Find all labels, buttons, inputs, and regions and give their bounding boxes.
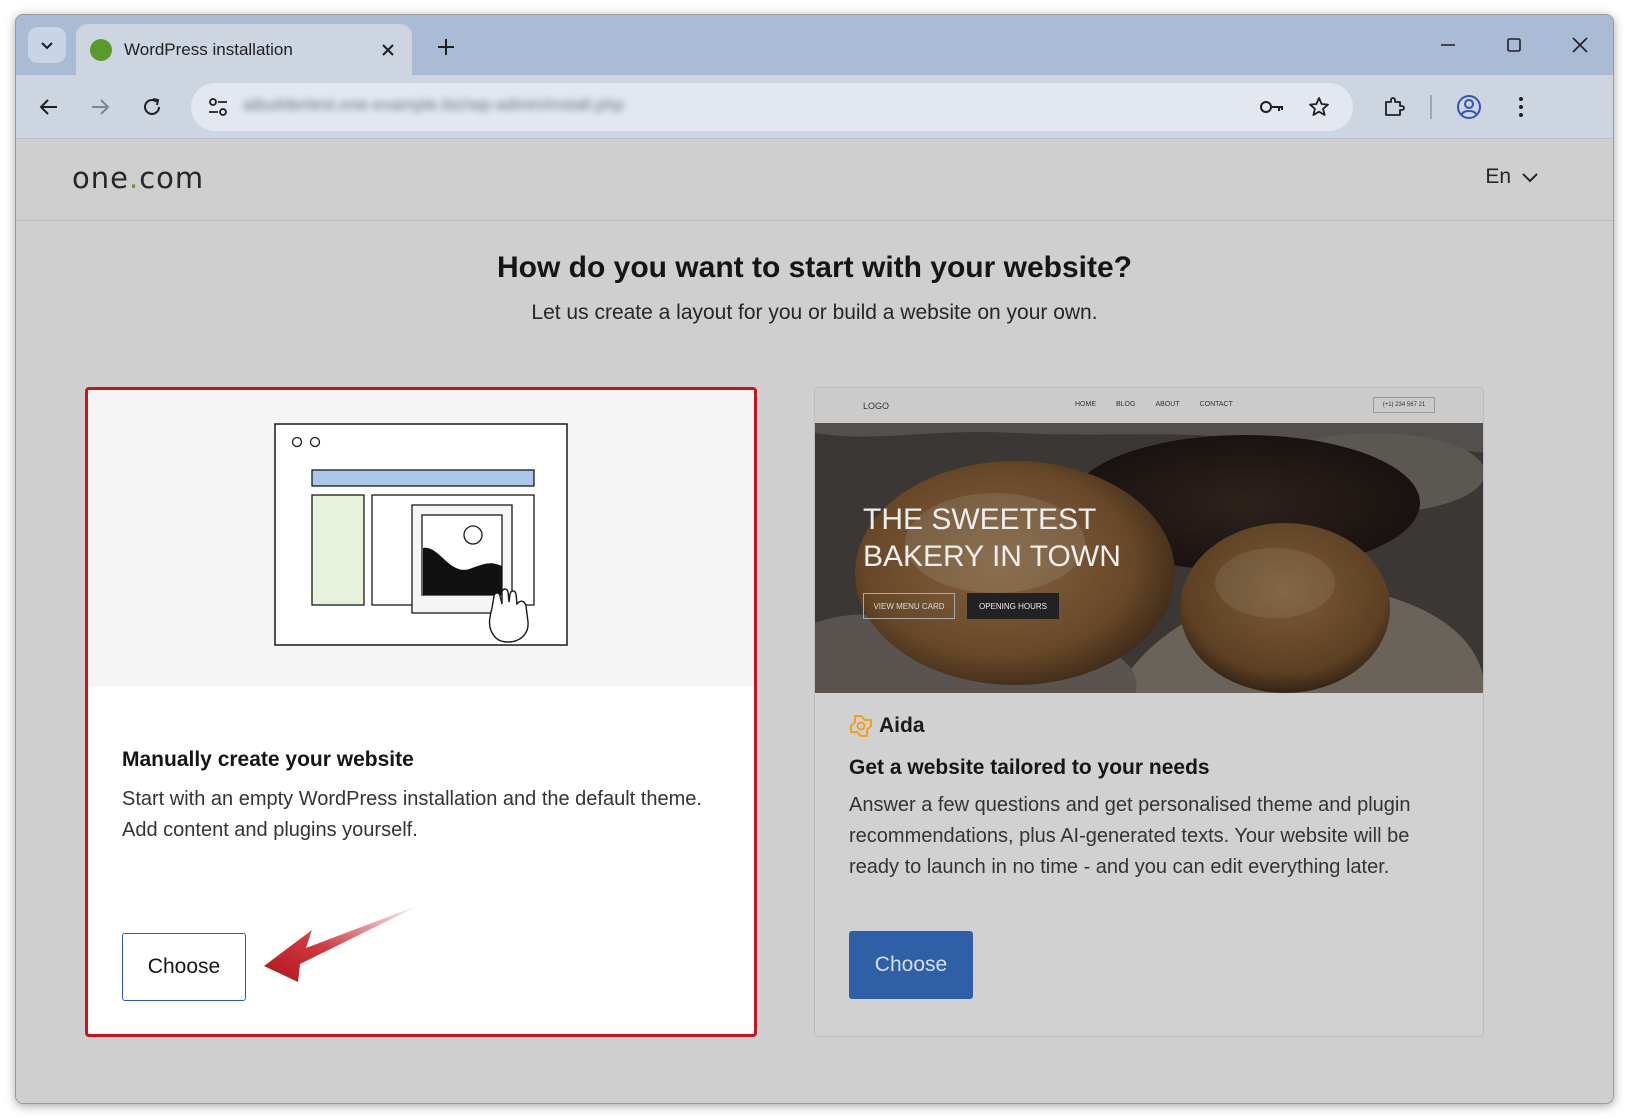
preview-phone: (+1) 234 567 21 bbox=[1373, 397, 1435, 413]
one-com-logo[interactable]: one.com bbox=[72, 161, 204, 195]
chevron-down-icon bbox=[41, 42, 53, 50]
preview-hours-button: OPENING HOURS bbox=[967, 593, 1059, 619]
address-bar[interactable]: aibuildertest.one-example.biz/wp-admin/i… bbox=[191, 83, 1353, 131]
logo-text-one: one bbox=[72, 161, 129, 195]
preview-menu-button: VIEW MENU CARD bbox=[863, 593, 955, 619]
puzzle-icon bbox=[1385, 97, 1405, 116]
browser-layout-illustration bbox=[274, 423, 568, 646]
annotation-arrow-icon bbox=[264, 904, 422, 982]
arrow-right-icon bbox=[92, 99, 110, 115]
preview-navbar: LOGO HOME BLOG ABOUT CONTACT (+1) 234 56… bbox=[815, 388, 1483, 423]
profile-icon bbox=[1457, 95, 1481, 119]
preview-nav-about: ABOUT bbox=[1155, 401, 1180, 408]
page-title: How do you want to start with your websi… bbox=[496, 251, 1133, 284]
page-content: one.com En How do you want to start with… bbox=[16, 139, 1613, 1103]
aida-card-title: Get a website tailored to your needs bbox=[849, 756, 1210, 779]
browser-toolbar: aibuildertest.one-example.biz/wp-admin/i… bbox=[16, 75, 1613, 139]
close-icon bbox=[382, 43, 394, 56]
preview-hero-image: THE SWEETEST BAKERY IN TOWN VIEW MENU CA… bbox=[815, 423, 1483, 693]
reload-button[interactable] bbox=[136, 91, 168, 123]
forward-button[interactable] bbox=[84, 91, 116, 123]
tab-search-button[interactable] bbox=[28, 27, 66, 63]
menu-button[interactable] bbox=[1505, 91, 1537, 123]
tab-close-button[interactable] bbox=[374, 36, 402, 64]
reload-icon bbox=[144, 98, 160, 115]
more-vertical-icon bbox=[1519, 97, 1523, 117]
profile-button[interactable] bbox=[1453, 91, 1485, 123]
aida-brand: Aida bbox=[849, 714, 925, 738]
maximize-button[interactable] bbox=[1481, 15, 1547, 75]
aida-card-description: Answer a few questions and get personali… bbox=[849, 794, 1411, 878]
url-text: aibuildertest.one-example.biz/wp-admin/i… bbox=[243, 95, 624, 114]
logo-dot: . bbox=[128, 161, 140, 195]
back-button[interactable] bbox=[33, 91, 65, 123]
page-subtitle: Let us create a layout for you or build … bbox=[531, 301, 1098, 324]
manual-illustration bbox=[88, 390, 754, 686]
preview-logo: LOGO bbox=[863, 401, 890, 411]
language-selector[interactable]: En bbox=[1485, 165, 1539, 189]
extensions-button[interactable] bbox=[1378, 91, 1410, 123]
minimize-button[interactable] bbox=[1415, 15, 1481, 75]
preview-headline-line2: BAKERY IN TOWN bbox=[863, 540, 1121, 573]
window-controls bbox=[1415, 15, 1613, 75]
plus-icon bbox=[438, 39, 454, 55]
aida-logo-icon bbox=[850, 715, 872, 737]
tab-wordpress-installation[interactable]: WordPress installation bbox=[76, 24, 412, 75]
favicon-icon bbox=[90, 38, 112, 61]
site-settings-icon[interactable] bbox=[203, 92, 233, 122]
new-tab-button[interactable] bbox=[432, 33, 460, 61]
password-key-icon[interactable] bbox=[1257, 92, 1287, 122]
site-header: one.com En bbox=[16, 139, 1613, 221]
minimize-icon bbox=[1441, 44, 1455, 46]
maximize-icon bbox=[1507, 38, 1521, 52]
browser-window: WordPress installation aibuildertest.one… bbox=[15, 14, 1614, 1104]
bakery-template-preview: LOGO HOME BLOG ABOUT CONTACT (+1) 234 56… bbox=[815, 388, 1483, 693]
language-label: En bbox=[1485, 165, 1511, 188]
preview-headline-line1: THE SWEETEST bbox=[863, 503, 1097, 536]
tab-strip: WordPress installation bbox=[16, 15, 1613, 75]
bookmark-star-icon[interactable] bbox=[1304, 92, 1334, 122]
tab-title: WordPress installation bbox=[124, 39, 293, 59]
aida-choose-button[interactable]: Choose bbox=[849, 931, 973, 999]
close-window-button[interactable] bbox=[1547, 15, 1613, 75]
arrow-left-icon bbox=[39, 99, 57, 115]
chevron-down-icon bbox=[1522, 173, 1538, 183]
manual-choose-button[interactable]: Choose bbox=[122, 933, 246, 1001]
aida-card[interactable]: LOGO HOME BLOG ABOUT CONTACT (+1) 234 56… bbox=[814, 387, 1484, 1037]
preview-nav-links: HOME BLOG ABOUT CONTACT bbox=[1075, 401, 1233, 408]
close-window-icon bbox=[1572, 37, 1588, 53]
preview-nav-blog: BLOG bbox=[1116, 401, 1136, 408]
preview-nav-home: HOME bbox=[1075, 401, 1096, 408]
aida-brand-name: Aida bbox=[879, 714, 925, 737]
preview-headline: THE SWEETEST BAKERY IN TOWN bbox=[863, 501, 1121, 575]
logo-text-com: com bbox=[139, 161, 205, 195]
toolbar-separator bbox=[1430, 95, 1432, 119]
preview-nav-contact: CONTACT bbox=[1199, 401, 1233, 408]
manual-card-description: Start with an empty WordPress installati… bbox=[122, 788, 702, 841]
manual-card-title: Manually create your website bbox=[122, 748, 414, 771]
